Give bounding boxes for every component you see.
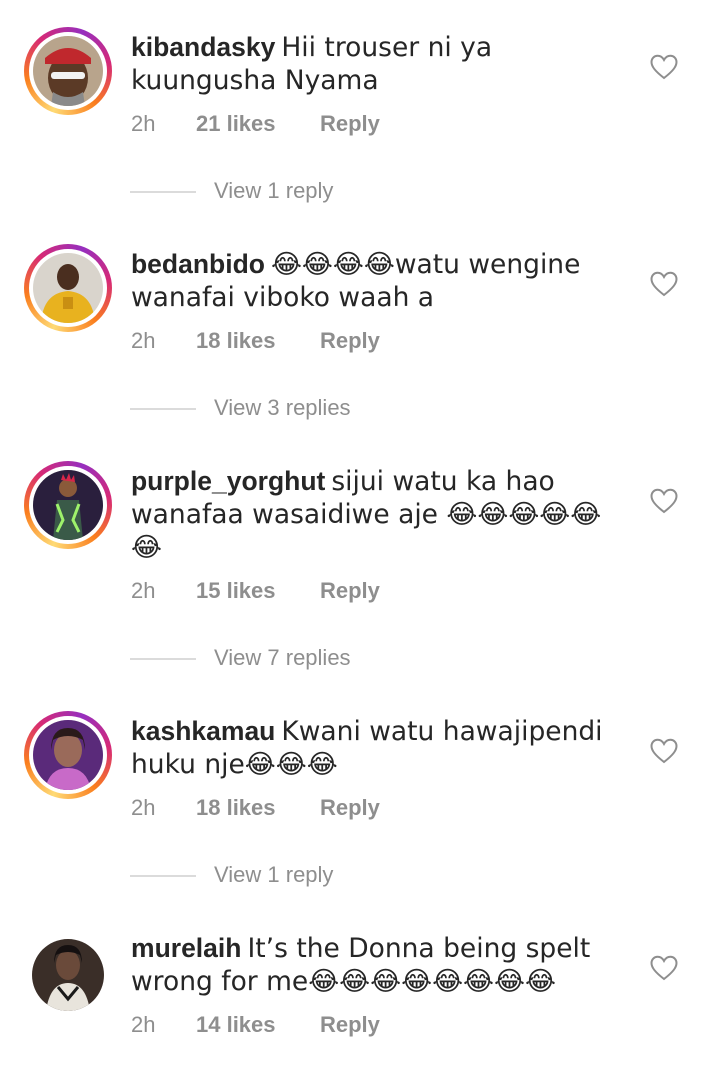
reply-button[interactable]: Reply xyxy=(320,1010,380,1040)
comment-username[interactable]: purple_yorghut xyxy=(131,466,325,496)
view-replies-label: View 1 reply xyxy=(214,178,334,203)
avatar-neon-figure-icon xyxy=(33,470,103,540)
divider-line xyxy=(130,875,196,877)
reply-button[interactable]: Reply xyxy=(320,109,380,139)
view-replies-label: View 3 replies xyxy=(214,395,351,420)
avatar[interactable] xyxy=(24,711,112,799)
comment-time: 2h xyxy=(131,1012,156,1037)
avatar-woman-purple-icon xyxy=(33,720,103,790)
avatar[interactable] xyxy=(24,931,112,1019)
heart-outline-icon[interactable] xyxy=(650,955,678,981)
comment-username[interactable]: kibandasky xyxy=(131,32,275,62)
reply-button[interactable]: Reply xyxy=(320,793,380,823)
comment-username[interactable]: kashkamau xyxy=(131,716,275,746)
comment-likes[interactable]: 15 likes xyxy=(196,576,276,606)
comment-time: 2h xyxy=(131,111,156,136)
avatar[interactable] xyxy=(24,244,112,332)
comment-time: 2h xyxy=(131,328,156,353)
avatar-man-cap-icon xyxy=(33,36,103,106)
comment-text: purple_yorghut sijui watu ka hao wanafaa … xyxy=(131,465,631,564)
heart-outline-icon[interactable] xyxy=(650,54,678,80)
divider-line xyxy=(130,658,196,660)
comment-likes[interactable]: 18 likes xyxy=(196,326,276,356)
comment-username[interactable]: murelaih xyxy=(131,933,241,963)
comment-likes[interactable]: 14 likes xyxy=(196,1010,276,1040)
comment-likes[interactable]: 18 likes xyxy=(196,793,276,823)
comment-text: murelaih It’s the Donna being spelt wrong… xyxy=(131,932,631,998)
comment-text: kibandasky Hii trouser ni ya kuungusha Ny… xyxy=(131,31,631,97)
comment-text: bedanbido 😂😂😂😂watu wengine wanafai viboko… xyxy=(131,248,631,314)
avatar[interactable] xyxy=(24,461,112,549)
view-replies-label: View 1 reply xyxy=(214,862,334,887)
heart-outline-icon[interactable] xyxy=(650,488,678,514)
comment-time: 2h xyxy=(131,578,156,603)
view-replies-label: View 7 replies xyxy=(214,645,351,670)
avatar-yellow-hoodie-icon xyxy=(33,253,103,323)
divider-line xyxy=(130,191,196,193)
comment-username[interactable]: bedanbido xyxy=(131,249,265,279)
reply-button[interactable]: Reply xyxy=(320,576,380,606)
divider-line xyxy=(130,408,196,410)
avatar[interactable] xyxy=(24,27,112,115)
comment-text: kashkamau Kwani watu hawajipendi huku nje… xyxy=(131,715,631,781)
heart-outline-icon[interactable] xyxy=(650,271,678,297)
comment-likes[interactable]: 21 likes xyxy=(196,109,276,139)
comment-time: 2h xyxy=(131,795,156,820)
heart-outline-icon[interactable] xyxy=(650,738,678,764)
avatar-woman-dark-icon xyxy=(32,939,104,1011)
reply-button[interactable]: Reply xyxy=(320,326,380,356)
